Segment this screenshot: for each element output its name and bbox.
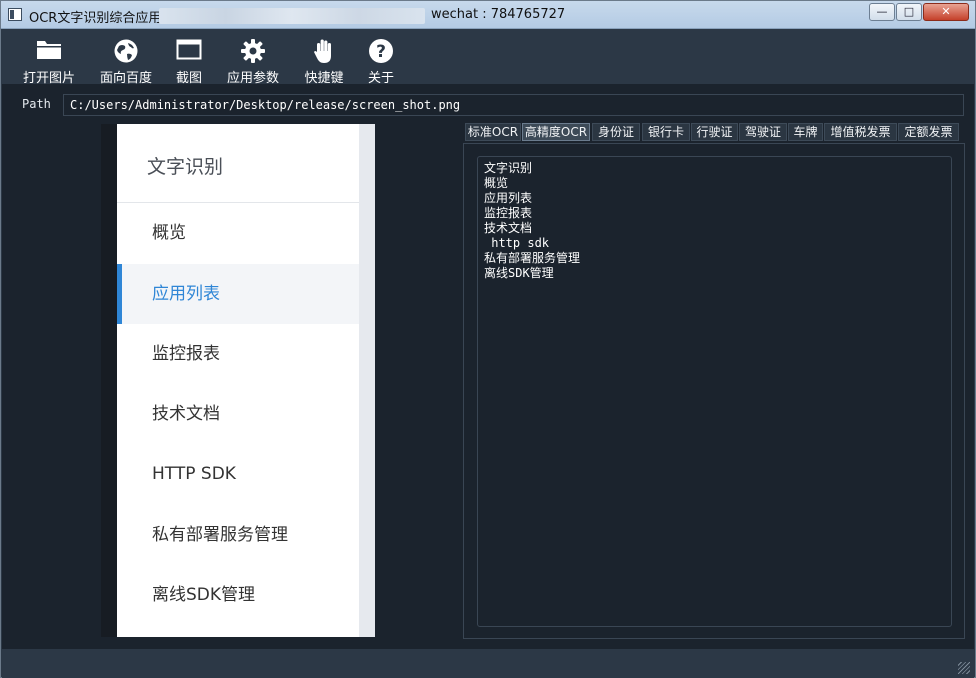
tab-license-plate[interactable]: 车牌 (788, 123, 823, 141)
preview-edge (101, 124, 117, 637)
preview-menu-item: 监控报表 (152, 344, 220, 364)
window-title: OCR文字识别综合应用 (29, 11, 162, 26)
main-area: Path C:/Users/Administrator/Desktop/rele… (2, 84, 974, 649)
resize-grip-icon[interactable] (958, 662, 970, 674)
screenshot-button[interactable]: 截图 (169, 32, 209, 86)
result-line: http sdk (484, 236, 550, 250)
preview-menu-item: 离线SDK管理 (152, 585, 256, 605)
toolbar: 打开图片 面向百度 截图 应用参数 快捷键 ? 关于 (2, 30, 974, 86)
window-subtitle: wechat : 784765727 (431, 7, 566, 22)
tab-bank-card[interactable]: 银行卡 (642, 123, 690, 141)
tab-standard-ocr[interactable]: 标准OCR (465, 123, 521, 141)
status-bar (2, 649, 974, 678)
globe-icon (98, 38, 154, 64)
preview-menu-item: 概览 (152, 223, 186, 243)
hand-icon (301, 38, 347, 64)
ocr-result-textarea[interactable]: 文字识别 概览 应用列表 监控报表 技术文档 http sdk 私有部署服务管理… (477, 156, 952, 627)
result-line: 概览 (484, 176, 509, 190)
tab-vat-invoice[interactable]: 增值税发票 (824, 123, 897, 141)
close-button[interactable]: ✕ (923, 3, 969, 21)
hotkey-button[interactable]: 快捷键 (301, 32, 347, 86)
window-icon (169, 38, 209, 64)
tab-high-precision-ocr[interactable]: 高精度OCR (522, 123, 590, 141)
blurred-title-region (159, 8, 425, 24)
result-line: 文字识别 (484, 161, 533, 175)
result-line: 监控报表 (484, 206, 533, 220)
result-line: 应用列表 (484, 191, 533, 205)
image-preview[interactable]: 文字识别 概览 应用列表 监控报表 技术文档 HTTP SDK 私有部署服务管理… (117, 124, 375, 637)
preview-menu-item: 技术文档 (152, 404, 220, 424)
title-bar[interactable]: OCR文字识别综合应用 wechat : 784765727 — □ ✕ (1, 1, 975, 29)
minimize-button[interactable]: — (869, 3, 895, 21)
baidu-button[interactable]: 面向百度 (98, 32, 154, 86)
result-line: 私有部署服务管理 (484, 251, 581, 265)
settings-button[interactable]: 应用参数 (225, 32, 281, 86)
maximize-icon: □ (903, 5, 915, 18)
path-label: Path (22, 97, 51, 111)
tab-driver-license[interactable]: 驾驶证 (739, 123, 787, 141)
help-icon: ? (364, 38, 398, 64)
result-line: 离线SDK管理 (484, 266, 554, 280)
tab-quota-invoice[interactable]: 定额发票 (898, 123, 959, 141)
about-button[interactable]: ? 关于 (364, 32, 398, 86)
preview-menu-item: HTTP SDK (152, 464, 236, 484)
minimize-icon: — (876, 5, 888, 18)
svg-text:?: ? (376, 42, 386, 62)
open-image-button[interactable]: 打开图片 (21, 32, 77, 86)
app-window: OCR文字识别综合应用 wechat : 784765727 — □ ✕ 打开图… (0, 0, 976, 678)
preview-title: 文字识别 (147, 156, 224, 178)
gear-icon (225, 38, 281, 64)
tab-id-card[interactable]: 身份证 (592, 123, 640, 141)
app-icon (8, 8, 22, 21)
path-input[interactable]: C:/Users/Administrator/Desktop/release/s… (63, 94, 964, 116)
tab-vehicle-license[interactable]: 行驶证 (691, 123, 738, 141)
preview-menu-item: 私有部署服务管理 (152, 525, 288, 545)
tab-panel: 文字识别 概览 应用列表 监控报表 技术文档 http sdk 私有部署服务管理… (463, 143, 965, 639)
preview-menu-item-active: 应用列表 (117, 264, 359, 324)
preview-scrollbar (359, 124, 375, 637)
close-icon: ✕ (941, 5, 951, 18)
folder-icon (21, 38, 77, 64)
maximize-button[interactable]: □ (896, 3, 922, 21)
result-line: 技术文档 (484, 221, 533, 235)
